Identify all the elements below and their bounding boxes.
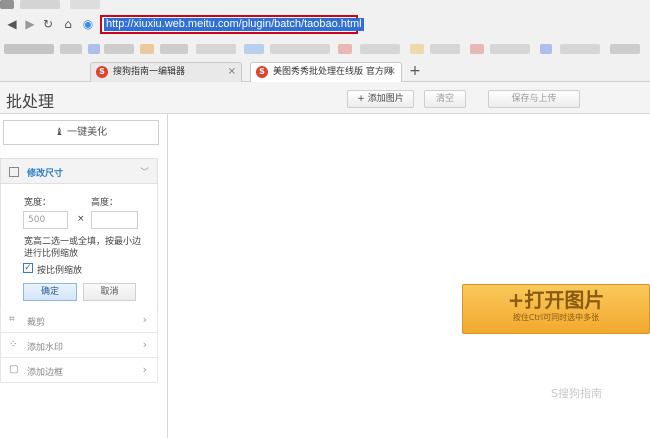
forward-icon[interactable]: ▶ [22,16,38,32]
confirm-button[interactable]: 确定 [23,283,77,301]
address-bar[interactable]: http://xiuxiu.web.meitu.com/plugin/batch… [100,15,364,34]
resize-icon [9,167,19,177]
section-title: 修改尺寸 [27,169,64,179]
keep-ratio-checkbox[interactable]: ✓ [23,263,33,273]
sidebar-item-label: 添加边框 [27,368,64,378]
watermark-icon: ⁘ [9,339,18,350]
home-icon[interactable]: ⌂ [60,16,76,32]
chevron-right-icon: › [142,363,147,376]
height-label: 高度： [91,198,119,208]
width-input[interactable]: 500 [23,211,68,229]
site-info-icon[interactable]: ◉ [80,16,96,32]
sidebar-item-watermark[interactable]: ⁘ 添加水印 › [0,333,158,358]
chevron-right-icon: › [142,338,147,351]
clear-button[interactable]: 清空 [424,90,466,108]
height-input[interactable] [91,211,138,229]
new-tab-button[interactable]: + [407,64,423,80]
crop-icon: ⌗ [9,314,15,325]
reload-icon[interactable]: ↻ [40,16,56,32]
browser-chrome: ◀ ▶ ↻ ⌂ ◉ http://xiuxiu.web.meitu.com/pl… [0,0,650,83]
border-icon: ▢ [9,364,19,375]
open-image-button[interactable]: +打开图片 按住Ctrl可同时选中多张 [462,284,650,334]
save-upload-button[interactable]: 保存与上传 [488,90,580,108]
sidebar-item-border[interactable]: ▢ 添加边框 › [0,358,158,383]
sidebar-item-crop[interactable]: ⌗ 裁剪 › [0,308,158,333]
tab-meitu-batch[interactable]: S 美图秀秀批处理在线版 官方网 × [250,62,402,83]
tab-strip: S 搜狗指南一编辑器 × S 美图秀秀批处理在线版 官方网 × + [0,60,650,83]
tab-title: 美图秀秀批处理在线版 官方网 [273,67,393,77]
sidebar-item-label: 添加水印 [27,343,64,353]
url-text: http://xiuxiu.web.meitu.com/plugin/batch… [104,18,364,31]
sogou-watermark: S搜狗指南 [551,387,602,400]
close-tab-icon[interactable]: × [228,63,236,81]
tab-title: 搜狗指南一编辑器 [113,67,186,77]
one-click-beautify-button[interactable]: ♝ 一键美化 [3,120,159,145]
width-label: 宽度： [24,198,52,208]
sidebar-item-label: 裁剪 [27,318,46,328]
left-panel: ♝ 一键美化 修改尺寸 ﹀ 宽度： 高度： 500 × 宽高二选一或全填，按最小… [0,114,168,438]
navigation-bar: ◀ ▶ ↻ ⌂ ◉ http://xiuxiu.web.meitu.com/pl… [0,12,650,38]
times-sign: × [77,214,85,224]
close-tab-icon[interactable]: × [388,63,396,81]
resize-hint: 宽高二选一或全填，按最小边进行比例缩放 [24,237,142,259]
blurred-top-strip [0,0,650,12]
bookmarks-bar [0,38,650,60]
sogou-favicon-icon: S [96,66,108,78]
page-title: 批处理 [6,92,55,111]
meitu-favicon-icon: S [256,66,268,78]
back-icon[interactable]: ◀ [4,16,20,32]
open-image-label: +打开图片 [507,288,605,312]
add-image-button[interactable]: + 添加图片 [347,90,414,108]
app-header: 批处理 + 添加图片 清空 保存与上传 [0,82,650,114]
open-image-hint: 按住Ctrl可同时选中多张 [512,313,600,322]
cancel-button[interactable]: 取消 [83,283,136,301]
chevron-right-icon: › [142,313,147,326]
resize-section-header[interactable]: 修改尺寸 ﹀ [0,158,158,184]
tab-sogou-guide[interactable]: S 搜狗指南一编辑器 × [90,62,242,82]
wand-icon: ♝ [54,127,68,138]
chevron-down-icon: ﹀ [139,168,149,178]
keep-ratio-label: 按比例缩放 [37,266,83,276]
